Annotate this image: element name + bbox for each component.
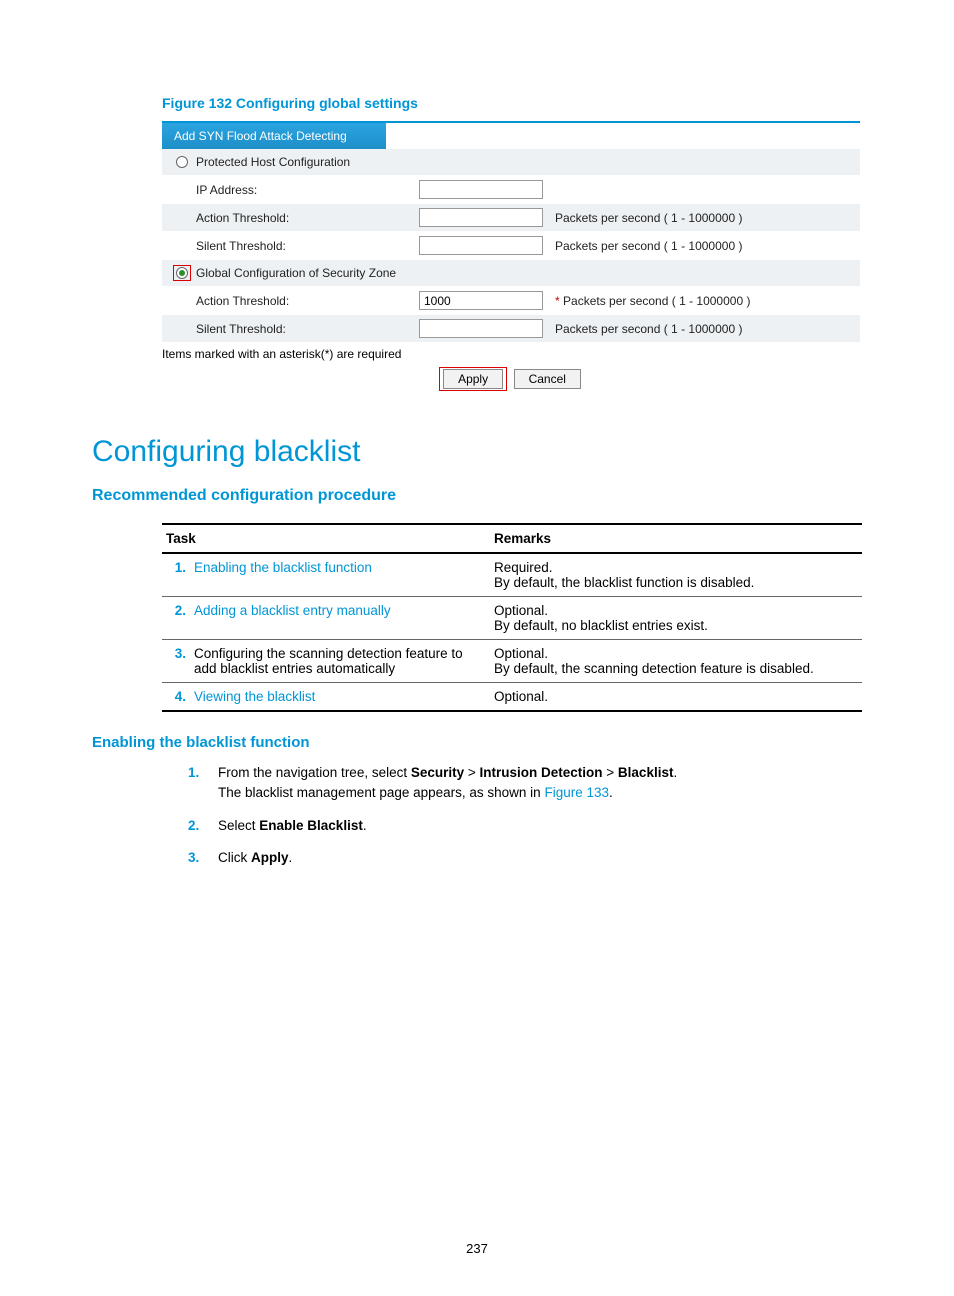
task-text: Configuring the scanning detection featu… [190, 640, 490, 683]
task-link[interactable]: Viewing the blacklist [194, 689, 315, 704]
input-action2[interactable] [419, 291, 543, 310]
row-protected-host: Protected Host Configuration [162, 149, 860, 176]
table-row: 1. Enabling the blacklist function Requi… [162, 553, 862, 597]
figure-link[interactable]: Figure 133 [544, 785, 609, 800]
table-row: 2. Adding a blacklist entry manually Opt… [162, 597, 862, 640]
th-task: Task [162, 524, 490, 553]
step-item: Click Apply. [188, 848, 862, 868]
step-item: Select Enable Blacklist. [188, 816, 862, 836]
hint-action2: * Packets per second ( 1 - 1000000 ) [549, 294, 860, 308]
radio-protected-host[interactable] [176, 156, 188, 168]
label-silent2: Silent Threshold: [194, 322, 419, 336]
apply-button[interactable]: Apply [443, 369, 503, 389]
step-item: From the navigation tree, select Securit… [188, 763, 862, 804]
task-link[interactable]: Adding a blacklist entry manually [194, 603, 391, 618]
input-ip[interactable] [419, 180, 543, 199]
section-heading: Configuring blacklist [92, 435, 862, 469]
row-silent2: Silent Threshold: Packets per second ( 1… [162, 315, 860, 343]
subsection-heading: Recommended configuration procedure [92, 487, 862, 505]
table-row: 4. Viewing the blacklist Optional. [162, 683, 862, 712]
config-panel: Add SYN Flood Attack Detecting Protected… [162, 121, 860, 343]
table-row: 3. Configuring the scanning detection fe… [162, 640, 862, 683]
label-ip: IP Address: [194, 183, 419, 197]
row-silent1: Silent Threshold: Packets per second ( 1… [162, 232, 860, 260]
subsubsection-heading: Enabling the blacklist function [92, 734, 862, 751]
task-link[interactable]: Enabling the blacklist function [194, 560, 372, 575]
label-silent1: Silent Threshold: [194, 239, 419, 253]
label-action1: Action Threshold: [194, 211, 419, 225]
row-action2: Action Threshold: * Packets per second (… [162, 287, 860, 315]
panel-tab: Add SYN Flood Attack Detecting [162, 123, 386, 149]
steps-list: From the navigation tree, select Securit… [188, 763, 862, 868]
input-action1[interactable] [419, 208, 543, 227]
label-protected-host: Protected Host Configuration [194, 155, 419, 169]
radio-global[interactable] [176, 267, 188, 279]
th-remarks: Remarks [490, 524, 862, 553]
hint-silent2: Packets per second ( 1 - 1000000 ) [549, 322, 860, 336]
label-action2: Action Threshold: [194, 294, 419, 308]
procedure-table: Task Remarks 1. Enabling the blacklist f… [162, 523, 862, 712]
input-silent2[interactable] [419, 319, 543, 338]
hint-silent1: Packets per second ( 1 - 1000000 ) [549, 239, 860, 253]
figure-caption: Figure 132 Configuring global settings [162, 95, 862, 111]
page-number: 237 [0, 1241, 954, 1256]
row-action1: Action Threshold: Packets per second ( 1… [162, 204, 860, 232]
row-global: Global Configuration of Security Zone [162, 260, 860, 287]
input-silent1[interactable] [419, 236, 543, 255]
hint-action1: Packets per second ( 1 - 1000000 ) [549, 211, 860, 225]
required-note: Items marked with an asterisk(*) are req… [162, 347, 862, 361]
row-ip: IP Address: [162, 176, 860, 204]
cancel-button[interactable]: Cancel [514, 369, 581, 389]
label-global: Global Configuration of Security Zone [194, 266, 419, 280]
